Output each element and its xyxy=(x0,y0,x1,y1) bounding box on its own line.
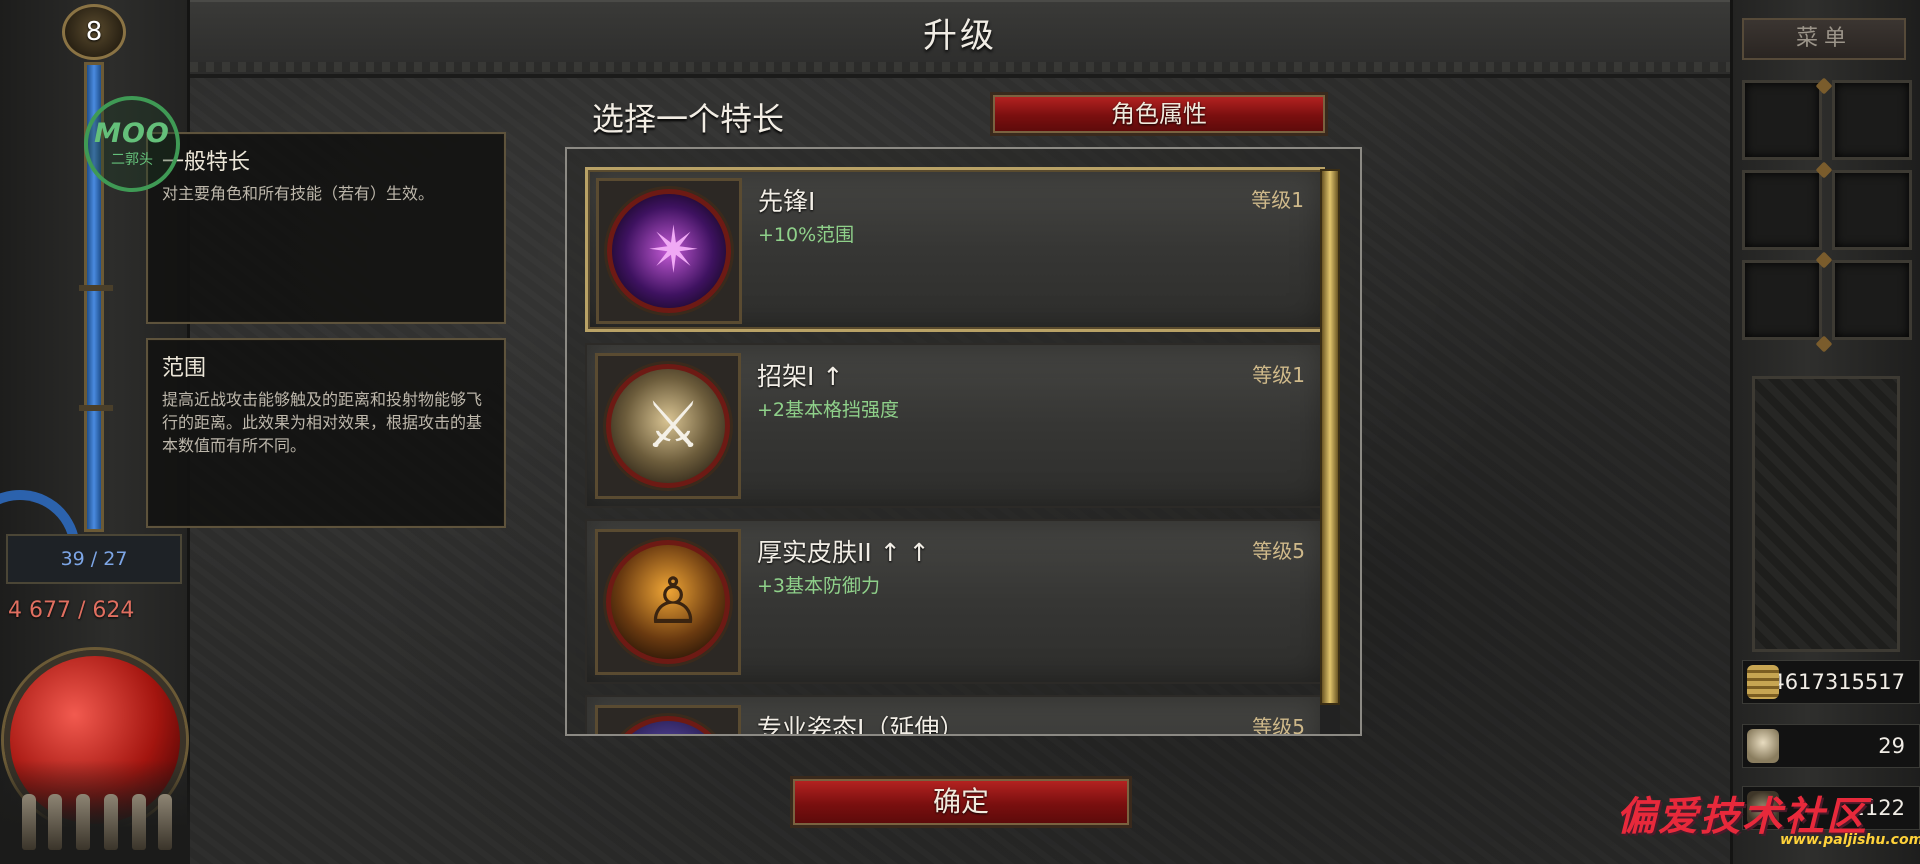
perk-bonus: +3基本防御力 xyxy=(757,575,881,597)
level-badge[interactable]: 8 xyxy=(62,4,126,60)
equipment-slot[interactable] xyxy=(1832,80,1912,160)
skull-value: 29 xyxy=(1878,734,1905,758)
perk-icon-frame: ✴ xyxy=(596,178,742,324)
partial-perk-icon: ◆ xyxy=(611,721,735,734)
large-equipment-slot[interactable] xyxy=(1752,376,1900,652)
perk-row-professional-stance[interactable]: ◆ 专业姿态I（延伸） 等级5 xyxy=(585,695,1325,736)
perk-row-thick-skin[interactable]: ♙ 厚实皮肤II ↑ ↑ +3基本防御力 等级5 xyxy=(585,519,1325,684)
perk-row-parry[interactable]: ⚔ 招架I ↑ +2基本格挡强度 等级1 xyxy=(585,343,1325,508)
mana-counter: 39 / 27 xyxy=(6,534,182,584)
skull-counter: 29 xyxy=(1742,724,1920,768)
perk-level: 等级5 xyxy=(1252,539,1305,563)
perk-name: 厚实皮肤II ↑ ↑ xyxy=(757,538,930,567)
tooltip-description: 提高近战攻击能够触及的距离和投射物能够飞行的距离。此效果为相对效果，根据攻击的基… xyxy=(162,390,483,455)
scrollbar-track[interactable] xyxy=(1320,705,1340,734)
perk-level: 等级5 xyxy=(1252,715,1305,736)
tooltip-title: 一般特长 xyxy=(162,150,251,175)
equipment-slot[interactable] xyxy=(1832,260,1912,340)
perk-level: 等级1 xyxy=(1252,363,1305,387)
life-counter: 4 677 / 624 xyxy=(8,598,135,623)
equipment-slot[interactable] xyxy=(1832,170,1912,250)
glowing-body-icon: ♙ xyxy=(644,565,702,639)
tooltip-description: 对主要角色和所有技能（若有）生效。 xyxy=(162,184,435,203)
character-attributes-button[interactable]: 角色属性 xyxy=(990,92,1328,136)
orb-claws-decoration xyxy=(0,760,190,864)
site-watermark-url: www.paljishu.com xyxy=(1780,832,1920,848)
moo-watermark-logo: MOO 二郭头 xyxy=(84,96,180,192)
perk-row-vanguard[interactable]: ✴ 先锋I +10%范围 等级1 xyxy=(585,167,1325,332)
crossed-swords-icon: ⚔ xyxy=(644,389,702,463)
perk-bonus: +2基本格挡强度 xyxy=(757,399,900,421)
top-bar-trim xyxy=(190,62,1730,72)
general-perk-tooltip: 一般特长 对主要角色和所有技能（若有）生效。 xyxy=(146,132,506,324)
equipment-slot[interactable] xyxy=(1742,80,1822,160)
perk-name: 先锋I xyxy=(758,187,816,216)
tooltip-title: 范围 xyxy=(162,356,207,381)
perk-bonus: +10%范围 xyxy=(758,224,855,246)
gold-coins-icon xyxy=(1747,665,1779,699)
page-title: 升级 xyxy=(923,16,997,56)
skull-icon xyxy=(1747,729,1779,763)
equipment-slot[interactable] xyxy=(1742,260,1822,340)
perk-name: 专业姿态I（延伸） xyxy=(757,714,965,736)
gold-value: 4617315517 xyxy=(1771,670,1905,694)
equipment-slot[interactable] xyxy=(1742,170,1822,250)
perk-icon-frame: ◆ xyxy=(595,705,741,734)
perk-list-panel[interactable]: ✴ 先锋I +10%范围 等级1 ⚔ 招架I ↑ +2基本格挡强度 等级1 ♙ … xyxy=(565,147,1362,736)
choose-perk-label: 选择一个特长 xyxy=(592,100,785,138)
range-tooltip: 范围 提高近战攻击能够触及的距离和投射物能够飞行的距离。此效果为相对效果，根据攻… xyxy=(146,338,506,528)
purple-blade-burst-icon: ✴ xyxy=(647,214,701,288)
gold-counter: 4617315517 xyxy=(1742,660,1920,704)
confirm-button[interactable]: 确定 xyxy=(790,776,1132,828)
perk-level: 等级1 xyxy=(1251,188,1304,212)
perk-list-scrollbar[interactable] xyxy=(1320,169,1340,705)
menu-button[interactable]: 菜单 xyxy=(1742,18,1906,60)
perk-icon-frame: ⚔ xyxy=(595,353,741,499)
perk-name: 招架I ↑ xyxy=(757,362,844,391)
perk-icon-frame: ♙ xyxy=(595,529,741,675)
